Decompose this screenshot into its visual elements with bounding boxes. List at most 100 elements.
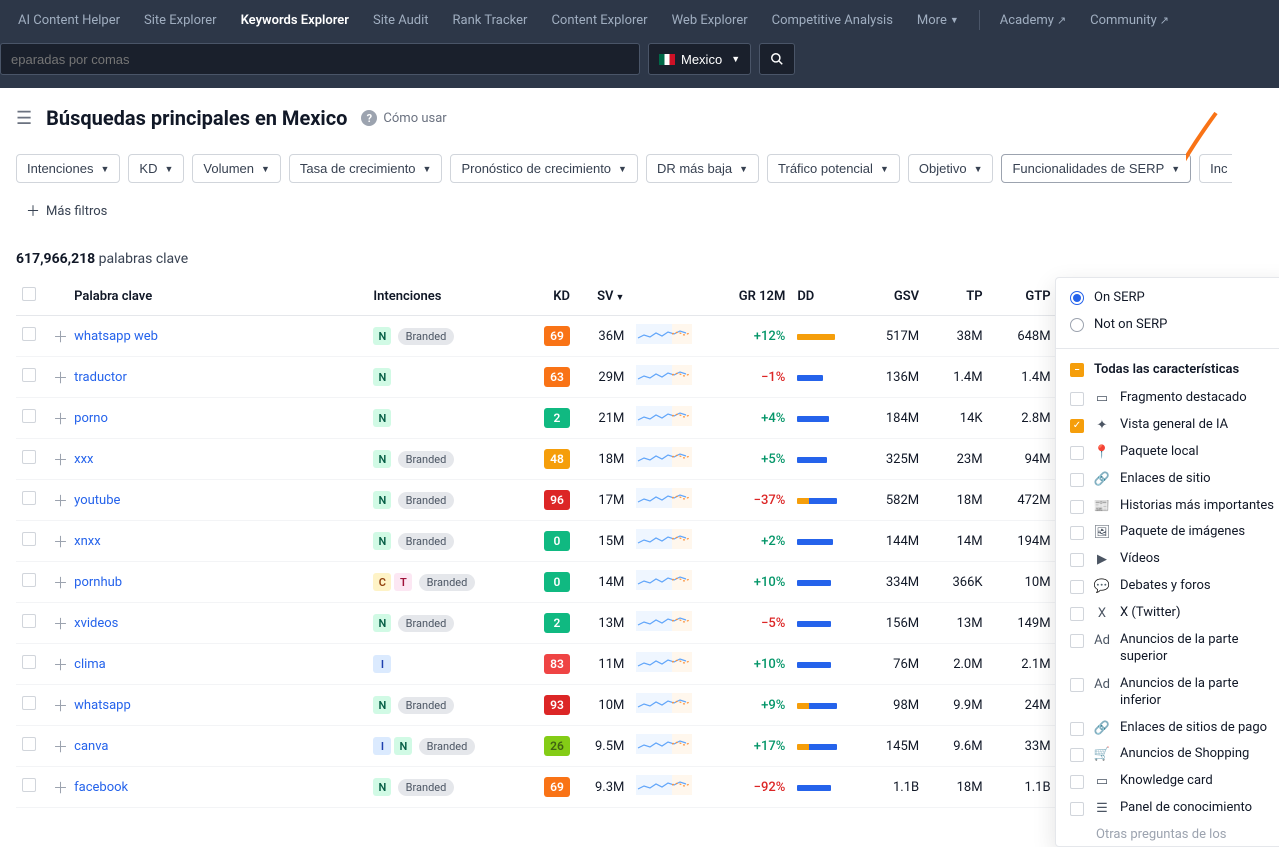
feature-option[interactable]: 🔗 Enlaces de sitios de pago bbox=[1056, 715, 1279, 742]
filter-trafico-potencial[interactable]: Tráfico potencial▼ bbox=[767, 154, 900, 183]
filter-serp-features[interactable]: Funcionalidades de SERP▼ bbox=[1001, 154, 1191, 183]
country-selector[interactable]: Mexico ▼ bbox=[648, 43, 751, 75]
add-to-list-icon[interactable]: ＋ bbox=[53, 779, 68, 797]
row-checkbox[interactable] bbox=[22, 368, 36, 382]
row-checkbox[interactable] bbox=[22, 532, 36, 546]
col-intenciones[interactable]: Intenciones bbox=[367, 277, 526, 316]
row-checkbox[interactable] bbox=[22, 409, 36, 423]
gtp-cell: 24M bbox=[989, 685, 1057, 726]
keyword-input[interactable] bbox=[0, 43, 640, 75]
keyword-link[interactable]: traductor bbox=[74, 370, 127, 385]
keyword-link[interactable]: clima bbox=[74, 657, 106, 672]
keyword-link[interactable]: porno bbox=[74, 411, 108, 426]
feature-option[interactable]: 📍 Paquete local bbox=[1056, 439, 1279, 466]
feature-option[interactable]: 📰 Historias más importantes bbox=[1056, 493, 1279, 520]
feature-option[interactable]: ▭ Fragmento destacado bbox=[1056, 385, 1279, 412]
chevron-down-icon: ▼ bbox=[618, 164, 627, 174]
add-to-list-icon[interactable]: ＋ bbox=[53, 369, 68, 387]
nav-site-audit[interactable]: Site Audit bbox=[363, 0, 439, 40]
filter-dr-mas-baja[interactable]: DR más baja▼ bbox=[646, 154, 759, 183]
nav-more[interactable]: More▼ bbox=[907, 0, 969, 40]
add-to-list-icon[interactable]: ＋ bbox=[53, 410, 68, 428]
keyword-link[interactable]: xxx bbox=[74, 452, 93, 467]
filter-intenciones[interactable]: Intenciones▼ bbox=[16, 154, 120, 183]
add-to-list-icon[interactable]: ＋ bbox=[53, 697, 68, 715]
plus-icon: ＋ bbox=[26, 201, 40, 221]
row-checkbox[interactable] bbox=[22, 778, 36, 792]
gsv-cell: 156M bbox=[857, 603, 925, 644]
keyword-link[interactable]: pornhub bbox=[74, 575, 122, 590]
radio-on-serp[interactable]: On SERP bbox=[1056, 284, 1279, 311]
row-checkbox[interactable] bbox=[22, 655, 36, 669]
col-dd[interactable]: DD bbox=[791, 277, 857, 316]
feature-option[interactable]: 🖼 Paquete de imágenes bbox=[1056, 519, 1279, 546]
row-checkbox[interactable] bbox=[22, 450, 36, 464]
all-features-row[interactable]: − Todas las características bbox=[1056, 353, 1279, 385]
gtp-cell: 472M bbox=[989, 480, 1057, 521]
add-to-list-icon[interactable]: ＋ bbox=[53, 451, 68, 469]
filter-tasa-crecimiento[interactable]: Tasa de crecimiento▼ bbox=[289, 154, 443, 183]
col-keyword[interactable]: Palabra clave bbox=[68, 277, 367, 316]
intents-cell: N Branded bbox=[367, 316, 526, 357]
nav-competitive-analysis[interactable]: Competitive Analysis bbox=[762, 0, 903, 40]
filter-inc-partial[interactable]: Inc bbox=[1199, 154, 1231, 183]
feature-option[interactable]: ▶ Vídeos bbox=[1056, 546, 1279, 573]
keyword-link[interactable]: youtube bbox=[74, 493, 120, 508]
keyword-link[interactable]: facebook bbox=[74, 780, 128, 795]
keyword-link[interactable]: canva bbox=[74, 739, 108, 754]
search-button[interactable] bbox=[759, 43, 795, 75]
filter-kd[interactable]: KD▼ bbox=[128, 154, 184, 183]
col-gtp[interactable]: GTP bbox=[989, 277, 1057, 316]
row-checkbox[interactable] bbox=[22, 491, 36, 505]
filter-pronostico[interactable]: Pronóstico de crecimiento▼ bbox=[450, 154, 638, 183]
feature-option[interactable]: Ad Anuncios de la parte superior bbox=[1056, 627, 1279, 671]
col-kd[interactable]: KD bbox=[526, 277, 576, 316]
add-to-list-icon[interactable]: ＋ bbox=[53, 738, 68, 756]
row-checkbox[interactable] bbox=[22, 614, 36, 628]
howto-link[interactable]: ? Cómo usar bbox=[361, 110, 446, 126]
nav-keywords-explorer[interactable]: Keywords Explorer bbox=[231, 0, 359, 40]
feature-option[interactable]: Ad Anuncios de la parte inferior bbox=[1056, 671, 1279, 715]
nav-academy[interactable]: Academy↗ bbox=[990, 0, 1076, 40]
feature-option[interactable]: X X (Twitter) bbox=[1056, 600, 1279, 627]
keyword-link[interactable]: xnxx bbox=[74, 534, 101, 549]
col-gsv[interactable]: GSV bbox=[857, 277, 925, 316]
add-to-list-icon[interactable]: ＋ bbox=[53, 615, 68, 633]
nav-community[interactable]: Community↗ bbox=[1080, 0, 1179, 40]
keyword-link[interactable]: whatsapp bbox=[74, 698, 131, 713]
select-all-checkbox[interactable] bbox=[22, 287, 36, 301]
add-to-list-icon[interactable]: ＋ bbox=[53, 574, 68, 592]
row-checkbox[interactable] bbox=[22, 327, 36, 341]
add-to-list-icon[interactable]: ＋ bbox=[53, 533, 68, 551]
row-checkbox[interactable] bbox=[22, 737, 36, 751]
keyword-link[interactable]: xvideos bbox=[74, 616, 118, 631]
feature-option[interactable]: ☰ Panel de conocimiento bbox=[1056, 795, 1279, 822]
nav-web-explorer[interactable]: Web Explorer bbox=[662, 0, 758, 40]
checkbox-icon bbox=[1070, 473, 1084, 487]
add-to-list-icon[interactable]: ＋ bbox=[53, 328, 68, 346]
row-checkbox[interactable] bbox=[22, 696, 36, 710]
menu-icon[interactable]: ☰ bbox=[16, 108, 32, 129]
nav-site-explorer[interactable]: Site Explorer bbox=[134, 0, 227, 40]
more-filters-button[interactable]: ＋ Más filtros bbox=[16, 195, 117, 227]
filter-objetivo[interactable]: Objetivo▼ bbox=[908, 154, 994, 183]
feature-option[interactable]: ▭ Knowledge card bbox=[1056, 768, 1279, 795]
nav-ai-content[interactable]: AI Content Helper bbox=[8, 0, 130, 40]
filter-volumen[interactable]: Volumen▼ bbox=[192, 154, 281, 183]
row-checkbox[interactable] bbox=[22, 573, 36, 587]
gtp-cell: 648M bbox=[989, 316, 1057, 357]
keyword-link[interactable]: whatsapp web bbox=[74, 329, 158, 344]
col-sv[interactable]: SV▼ bbox=[576, 277, 630, 316]
intent-badge-n: N bbox=[373, 450, 391, 468]
add-to-list-icon[interactable]: ＋ bbox=[53, 656, 68, 674]
col-gr12m[interactable]: GR 12M bbox=[712, 277, 791, 316]
feature-option[interactable]: ✓ ✦ Vista general de IA bbox=[1056, 412, 1279, 439]
col-tp[interactable]: TP bbox=[925, 277, 988, 316]
feature-option[interactable]: 🔗 Enlaces de sitio bbox=[1056, 466, 1279, 493]
add-to-list-icon[interactable]: ＋ bbox=[53, 492, 68, 510]
nav-content-explorer[interactable]: Content Explorer bbox=[541, 0, 657, 40]
dd-bar bbox=[797, 662, 831, 668]
feature-option[interactable]: 💬 Debates y foros bbox=[1056, 573, 1279, 600]
radio-not-on-serp[interactable]: Not on SERP bbox=[1056, 311, 1279, 338]
nav-rank-tracker[interactable]: Rank Tracker bbox=[443, 0, 538, 40]
